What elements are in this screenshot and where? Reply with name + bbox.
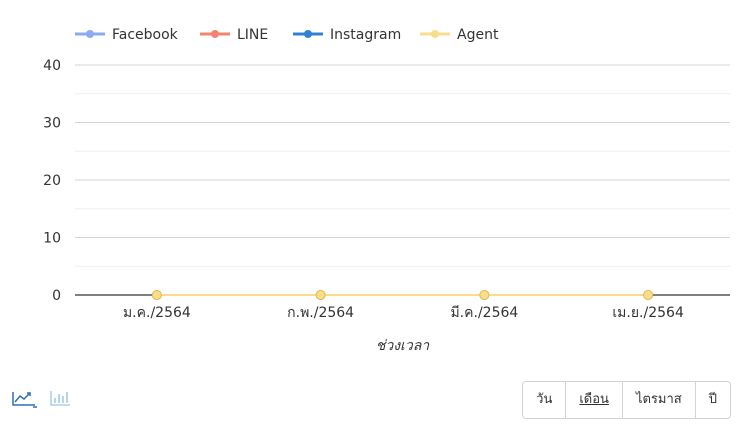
data-point[interactable] bbox=[315, 290, 326, 300]
period-quarter-button[interactable]: ไตรมาส bbox=[623, 382, 696, 418]
legend-label: Agent bbox=[457, 27, 499, 43]
data-point[interactable] bbox=[151, 290, 162, 300]
x-tick-label: ม.ค./2564 bbox=[123, 305, 191, 321]
line-chart-button[interactable] bbox=[10, 386, 38, 410]
bar-chart-button[interactable] bbox=[46, 386, 74, 410]
y-tick-label: 20 bbox=[43, 173, 61, 189]
y-axis-ticks: 0 10 20 30 40 bbox=[43, 58, 61, 304]
legend-label: LINE bbox=[237, 27, 268, 43]
x-tick-label: มี.ค./2564 bbox=[450, 305, 518, 321]
data-point[interactable] bbox=[643, 290, 654, 300]
legend-label: Instagram bbox=[330, 27, 401, 43]
data-point[interactable] bbox=[479, 290, 490, 300]
legend-marker bbox=[211, 30, 219, 38]
legend-item[interactable]: Instagram bbox=[293, 27, 401, 43]
x-tick-label: เม.ย./2564 bbox=[612, 305, 684, 321]
period-year-button[interactable]: ปี bbox=[696, 382, 730, 418]
x-axis-ticks: ม.ค./2564 ก.พ./2564 มี.ค./2564 เม.ย./2564 bbox=[123, 295, 684, 321]
period-day-button[interactable]: วัน bbox=[523, 382, 567, 418]
line-chart: Facebook LINE Instagram Agent 0 10 20 30 40 ม.ค… bbox=[43, 27, 730, 354]
legend-label: Facebook bbox=[112, 27, 179, 43]
legend-item[interactable]: LINE bbox=[200, 27, 268, 43]
chart-legend: Facebook LINE Instagram Agent bbox=[75, 27, 499, 43]
legend-marker bbox=[431, 30, 439, 38]
chart-grid bbox=[75, 64, 730, 296]
line-chart-icon bbox=[12, 392, 37, 408]
y-tick-label: 0 bbox=[52, 288, 61, 304]
y-tick-label: 30 bbox=[43, 116, 61, 132]
x-axis-title: ช่วงเวลา bbox=[376, 338, 430, 354]
legend-item[interactable]: Facebook bbox=[75, 27, 179, 43]
bar-chart-icon bbox=[50, 391, 70, 406]
chart-type-switch bbox=[10, 386, 74, 410]
legend-marker bbox=[86, 30, 94, 38]
y-tick-label: 10 bbox=[43, 231, 61, 247]
y-tick-label: 40 bbox=[43, 58, 61, 74]
period-selector: วัน เดือน ไตรมาส ปี bbox=[522, 381, 731, 419]
x-tick-label: ก.พ./2564 bbox=[287, 305, 354, 321]
legend-marker bbox=[304, 30, 312, 38]
legend-item[interactable]: Agent bbox=[420, 27, 499, 43]
period-month-button[interactable]: เดือน bbox=[566, 382, 623, 418]
